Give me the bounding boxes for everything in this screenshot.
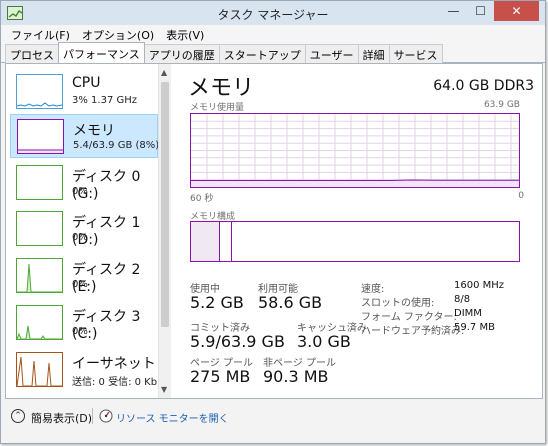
- memory-usage-graph: [190, 113, 520, 188]
- footer-bar: ⌃ 簡易表示(D) リソース モニターを開く: [1, 401, 545, 443]
- tab-strip: プロセス パフォーマンス アプリの履歴 スタートアップ ユーザー 詳細 サービス: [1, 42, 545, 63]
- slots-value: 8/8: [454, 294, 471, 305]
- tab-processes[interactable]: プロセス: [5, 44, 59, 63]
- disk0-thumbnail-graph: [16, 165, 63, 200]
- open-resource-monitor-link[interactable]: リソース モニターを開く: [116, 410, 229, 425]
- sidebar-item-label: CPU: [72, 75, 101, 91]
- menu-bar: ファイル(F) オプション(O) 表示(V): [1, 25, 545, 43]
- memory-usage-max: 63.9 GB: [483, 100, 520, 110]
- sidebar-item-disk1[interactable]: ディスク 1 (D:) 0%: [10, 207, 158, 251]
- sidebar-item-value: 3% 1.37 GHz: [72, 95, 138, 106]
- in-use-value: 5.2 GB: [190, 293, 244, 312]
- scroll-up-arrow-icon[interactable]: ▲: [161, 68, 167, 77]
- menu-file[interactable]: ファイル(F): [5, 25, 76, 43]
- cpu-thumbnail-graph: [16, 74, 63, 109]
- sidebar-item-value: 0%: [72, 326, 88, 337]
- footer-divider: [92, 408, 93, 424]
- scroll-down-arrow-icon[interactable]: ▼: [161, 385, 167, 394]
- time-range-label: 60 秒: [190, 194, 214, 204]
- slots-label: スロットの使用:: [361, 298, 435, 309]
- cached-value: 3.0 GB: [297, 332, 351, 351]
- sidebar-item-value: 5.4/63.9 GB (8%): [73, 140, 160, 151]
- speed-value: 1600 MHz: [454, 280, 505, 291]
- composition-in-use: [191, 222, 220, 261]
- tab-app-history[interactable]: アプリの履歴: [143, 44, 220, 63]
- sidebar-item-memory[interactable]: メモリ 5.4/63.9 GB (8%): [10, 114, 160, 158]
- tab-users[interactable]: ユーザー: [304, 44, 359, 63]
- sidebar-item-disk2[interactable]: ディスク 2 (E:) 0%: [10, 254, 158, 298]
- sidebar-scrollbar[interactable]: ▲ ▼: [158, 64, 171, 398]
- speed-label: 速度:: [361, 284, 385, 295]
- nonpaged-pool-value: 90.3 MB: [263, 367, 329, 386]
- sidebar-item-cpu[interactable]: CPU 3% 1.37 GHz: [10, 70, 158, 114]
- composition-modified: [220, 222, 232, 261]
- menu-view[interactable]: 表示(V): [160, 25, 210, 43]
- sidebar-item-value: 送信: 0 受信: 0 Kbp: [72, 377, 164, 388]
- sidebar-item-disk3[interactable]: ディスク 3 (C:) 0%: [10, 301, 158, 345]
- ethernet-thumbnail-graph: [16, 352, 63, 387]
- sidebar-item-value: 0%: [72, 186, 88, 197]
- memory-detail-pane: メモリ 64.0 GB DDR3 メモリ使用量 63.9 GB 60 秒 0 メ…: [178, 64, 542, 398]
- tab-details[interactable]: 詳細: [357, 44, 390, 63]
- time-end-label: 0: [518, 191, 524, 201]
- form-factor-label: フォーム ファクター:: [361, 312, 457, 323]
- maximize-button[interactable]: ☐: [467, 1, 494, 21]
- resource-sidebar: CPU 3% 1.37 GHz メモリ 5.4/63.9 GB (8%) ディス…: [6, 64, 171, 398]
- sidebar-item-ethernet[interactable]: イーサネット 送信: 0 受信: 0 Kbp: [10, 348, 163, 392]
- sidebar-item-value: 0%: [72, 279, 88, 290]
- menu-options[interactable]: オプション(O): [76, 25, 160, 43]
- chevron-up-icon[interactable]: ⌃: [11, 409, 25, 423]
- hardware-reserved-value: 59.7 MB: [454, 322, 495, 333]
- hardware-reserved-label: ハードウェア予約済み:: [361, 326, 465, 337]
- committed-value: 5.9/63.9 GB: [190, 332, 285, 351]
- form-factor-value: DIMM: [454, 308, 482, 319]
- disk3-thumbnail-graph: [16, 305, 63, 340]
- resource-monitor-icon[interactable]: [99, 409, 113, 423]
- task-manager-window: タスク マネージャー — ☐ ✕ ファイル(F) オプション(O) 表示(V) …: [0, 0, 546, 444]
- paged-pool-value: 275 MB: [190, 367, 251, 386]
- performance-panel: CPU 3% 1.37 GHz メモリ 5.4/63.9 GB (8%) ディス…: [5, 63, 543, 399]
- disk2-thumbnail-graph: [16, 258, 63, 293]
- sidebar-item-disk0[interactable]: ディスク 0 (G:) 0%: [10, 161, 158, 205]
- close-button[interactable]: ✕: [494, 1, 539, 21]
- disk1-thumbnail-graph: [16, 211, 63, 246]
- available-value: 58.6 GB: [258, 293, 323, 312]
- tab-startup[interactable]: スタートアップ: [218, 44, 306, 63]
- memory-spec: 64.0 GB DDR3: [433, 78, 534, 94]
- tab-services[interactable]: サービス: [388, 44, 443, 63]
- title-bar[interactable]: タスク マネージャー — ☐ ✕: [1, 1, 545, 25]
- memory-usage-label: メモリ使用量: [190, 103, 245, 113]
- sidebar-item-value: 0%: [72, 232, 88, 243]
- sidebar-item-label: イーサネット: [72, 356, 156, 372]
- minimize-button[interactable]: —: [440, 1, 467, 21]
- fewer-details-button[interactable]: 簡易表示(D): [31, 410, 92, 426]
- memory-composition-bar: [190, 221, 520, 262]
- scroll-thumb[interactable]: [161, 82, 169, 327]
- tab-performance[interactable]: パフォーマンス: [58, 42, 145, 63]
- page-title: メモリ: [188, 76, 255, 101]
- memory-thumbnail-graph: [17, 119, 64, 154]
- sidebar-item-label: メモリ: [73, 123, 115, 139]
